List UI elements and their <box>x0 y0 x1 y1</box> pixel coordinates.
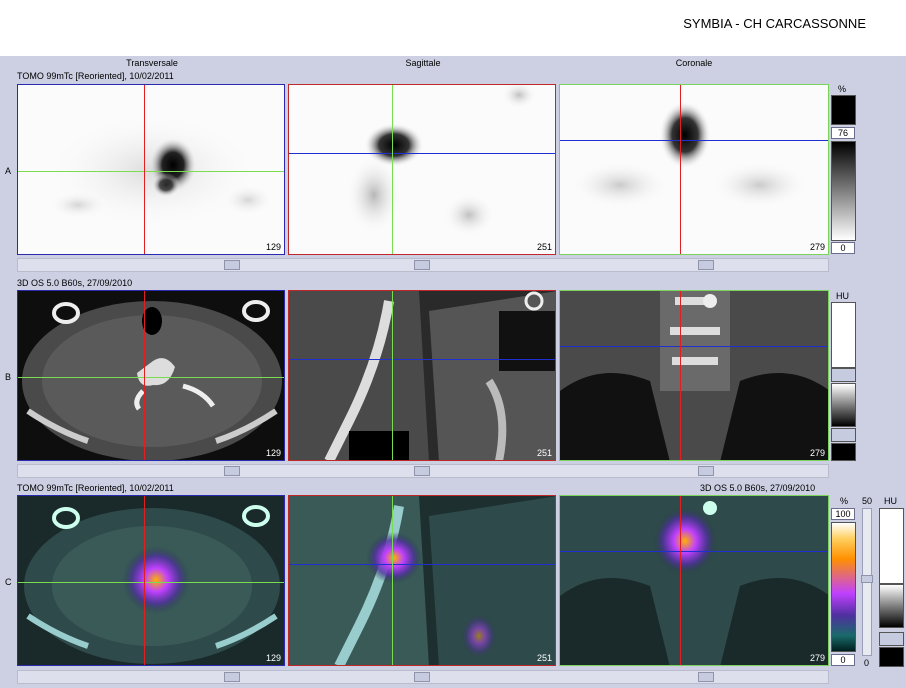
cursor-horizontal[interactable] <box>18 377 284 378</box>
row-b-transverse-image <box>18 291 284 460</box>
slice-number: 251 <box>536 653 552 663</box>
cursor-horizontal[interactable] <box>289 564 555 565</box>
row-b-colorbar-bottom[interactable] <box>831 443 856 461</box>
row-c-coronal-fused-image <box>560 496 828 665</box>
row-b-colorbar-top[interactable] <box>831 302 856 368</box>
row-a-colorbar-upper[interactable]: 76 <box>831 127 855 139</box>
row-b-letter: B <box>5 372 12 382</box>
row-b-transverse-viewport[interactable]: 129 <box>17 290 285 461</box>
slice-number: 129 <box>265 448 281 458</box>
row-c-blend-slider[interactable] <box>861 508 873 656</box>
row-c-series-label-right: 3D OS 5.0 B60s, 27/09/2010 <box>700 483 816 493</box>
row-b-colorbar-unit: HU <box>836 291 849 301</box>
institution-title: SYMBIA - CH CARCASSONNE <box>683 16 866 31</box>
row-c-colorbar-spectrum[interactable] <box>831 522 856 652</box>
row-a-colorbar-top[interactable] <box>831 95 856 125</box>
row-a-letter: A <box>5 166 12 176</box>
row-b-colorbar-grayscale[interactable] <box>831 383 856 427</box>
cursor-horizontal[interactable] <box>560 346 828 347</box>
row-c-coronal-viewport[interactable]: 279 <box>559 495 829 666</box>
row-c-blend-upper: 50 <box>862 496 873 506</box>
row-c-hu-colorbar-grayscale[interactable] <box>879 584 904 628</box>
row-a-colorbar-lower[interactable]: 0 <box>831 242 855 254</box>
row-c-transverse-fused-image <box>18 496 284 665</box>
slice-number: 279 <box>809 448 825 458</box>
row-c-sagittal-viewport[interactable]: 251 <box>288 495 556 666</box>
cursor-vertical[interactable] <box>392 496 393 665</box>
cursor-vertical[interactable] <box>144 85 145 254</box>
cursor-vertical[interactable] <box>392 85 393 254</box>
slice-number: 279 <box>809 242 825 252</box>
row-c-blend-lower: 0 <box>864 658 870 668</box>
transverse-slider-thumb[interactable] <box>224 260 240 270</box>
row-c-colorbar-upper[interactable]: 100 <box>831 508 855 520</box>
coronal-slider-thumb[interactable] <box>698 672 714 682</box>
cursor-vertical[interactable] <box>680 291 681 460</box>
row-a-coronal-image <box>560 85 828 254</box>
coronal-slider-thumb[interactable] <box>698 466 714 476</box>
row-c-hu-window-handle[interactable] <box>879 632 904 646</box>
coronal-header: Coronale <box>675 58 713 68</box>
row-b-coronal-viewport[interactable]: 279 <box>559 290 829 461</box>
slice-number: 251 <box>536 448 552 458</box>
row-c-letter: C <box>5 577 12 587</box>
slice-number: 279 <box>809 653 825 663</box>
row-c-series-label-left: TOMO 99mTc [Reoriented], 10/02/2011 <box>17 483 174 493</box>
cursor-vertical[interactable] <box>144 496 145 665</box>
slice-number: 129 <box>265 242 281 252</box>
sagittal-slider-thumb[interactable] <box>414 466 430 476</box>
row-b-sagittal-viewport[interactable]: 251 <box>288 290 556 461</box>
row-a-transverse-image <box>18 85 284 254</box>
row-c-blend-thumb[interactable] <box>861 575 873 583</box>
transverse-slider-thumb[interactable] <box>224 466 240 476</box>
row-c-colorbar-lower[interactable]: 0 <box>831 654 855 666</box>
cursor-horizontal[interactable] <box>289 359 555 360</box>
cursor-horizontal[interactable] <box>18 171 284 172</box>
cursor-horizontal[interactable] <box>560 140 828 141</box>
row-b-coronal-image <box>560 291 828 460</box>
cursor-vertical[interactable] <box>144 291 145 460</box>
coronal-slider-thumb[interactable] <box>698 260 714 270</box>
transverse-header: Transversale <box>126 58 178 68</box>
sagittal-slider-thumb[interactable] <box>414 672 430 682</box>
row-b-series-label: 3D OS 5.0 B60s, 27/09/2010 <box>17 278 133 288</box>
cursor-vertical[interactable] <box>680 496 681 665</box>
cursor-horizontal[interactable] <box>560 551 828 552</box>
cursor-vertical[interactable] <box>392 291 393 460</box>
row-c-slice-slider[interactable] <box>17 670 829 684</box>
row-c-colorbar-hu-unit: HU <box>884 496 897 506</box>
row-a-colorbar-unit: % <box>838 84 847 94</box>
transverse-slider-thumb[interactable] <box>224 672 240 682</box>
slice-number: 129 <box>265 653 281 663</box>
row-c-hu-colorbar-top[interactable] <box>879 508 904 584</box>
row-a-sagittal-image <box>289 85 555 254</box>
row-c-sagittal-fused-image <box>289 496 555 665</box>
cursor-horizontal[interactable] <box>18 582 284 583</box>
sagittal-header: Sagittale <box>405 58 441 68</box>
sagittal-slider-thumb[interactable] <box>414 260 430 270</box>
row-c-colorbar-pct-unit: % <box>840 496 849 506</box>
row-a-slice-slider[interactable] <box>17 258 829 272</box>
row-a-transverse-viewport[interactable]: 129 <box>17 84 285 255</box>
cursor-horizontal[interactable] <box>289 153 555 154</box>
row-a-series-label: TOMO 99mTc [Reoriented], 10/02/2011 <box>17 71 174 81</box>
row-c-transverse-viewport[interactable]: 129 <box>17 495 285 666</box>
row-a-coronal-viewport[interactable]: 279 <box>559 84 829 255</box>
row-a-colorbar-grayscale[interactable] <box>831 141 856 241</box>
row-b-window-lower-handle[interactable] <box>831 428 856 442</box>
slice-number: 251 <box>536 242 552 252</box>
row-c-hu-colorbar-bottom[interactable] <box>879 647 904 667</box>
header-bar: SYMBIA - CH CARCASSONNE <box>0 0 906 56</box>
row-b-window-upper-handle[interactable] <box>831 368 856 382</box>
row-b-slice-slider[interactable] <box>17 464 829 478</box>
cursor-vertical[interactable] <box>680 85 681 254</box>
row-a-sagittal-viewport[interactable]: 251 <box>288 84 556 255</box>
row-b-sagittal-image <box>289 291 555 460</box>
